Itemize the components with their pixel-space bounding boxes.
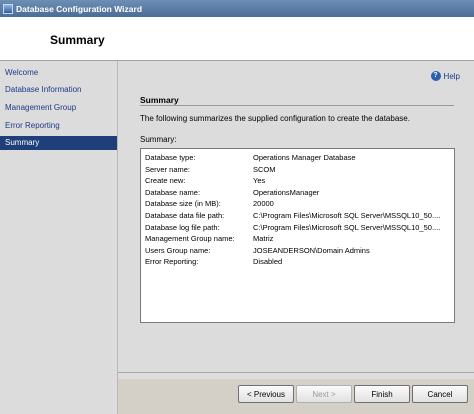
- summary-value: Disabled: [253, 257, 283, 267]
- help-link[interactable]: ? Help: [430, 71, 460, 81]
- sidebar-item-summary[interactable]: Summary: [0, 136, 117, 150]
- summary-value: Operations Manager Database: [253, 153, 356, 162]
- summary-key: Users Group name:: [145, 245, 211, 255]
- summary-value: C:\Program Files\Microsoft SQL Server\MS…: [253, 222, 441, 232]
- footer-divider: [118, 372, 474, 373]
- summary-textbox[interactable]: Database type: Operations Manager Databas…: [140, 148, 455, 323]
- summary-value: Matriz: [253, 234, 274, 244]
- summary-key: Database name:: [145, 187, 201, 197]
- wizard-header: Summary: [0, 17, 474, 61]
- wizard-steps-sidebar: Welcome Database Information Management …: [0, 61, 118, 414]
- help-icon: ?: [430, 71, 441, 81]
- section-heading: Summary: [140, 95, 179, 105]
- help-label: Help: [443, 71, 460, 81]
- app-icon: [3, 3, 13, 14]
- summary-key: Database log file path:: [145, 222, 220, 232]
- summary-key: Create new:: [145, 176, 186, 186]
- window-title: Database Configuration Wizard: [16, 3, 143, 14]
- summary-label: Summary:: [140, 135, 177, 144]
- finish-button[interactable]: Finish: [354, 385, 410, 403]
- sidebar-item-management-group[interactable]: Management Group: [0, 101, 117, 115]
- summary-key: Error Reporting:: [145, 257, 199, 267]
- next-button[interactable]: Next >: [296, 385, 352, 403]
- summary-key: Database type:: [145, 153, 196, 162]
- summary-key: Server name:: [145, 164, 191, 174]
- sidebar-item-error-reporting[interactable]: Error Reporting: [0, 119, 117, 133]
- cancel-button[interactable]: Cancel: [412, 385, 468, 403]
- summary-value: OperationsManager: [253, 187, 320, 197]
- sidebar-item-database-information[interactable]: Database Information: [0, 83, 117, 97]
- summary-value: 20000: [253, 199, 274, 209]
- summary-key: Management Group name:: [145, 234, 235, 244]
- sidebar-item-welcome[interactable]: Welcome: [0, 66, 117, 80]
- previous-button[interactable]: < Previous: [238, 385, 294, 403]
- summary-key: Database size (in MB):: [145, 199, 221, 209]
- summary-value: SCOM: [253, 164, 276, 174]
- title-bar: Database Configuration Wizard: [0, 0, 474, 17]
- summary-value: C:\Program Files\Microsoft SQL Server\MS…: [253, 211, 441, 220]
- summary-key: Database data file path:: [145, 211, 225, 220]
- summary-value: Yes: [253, 176, 266, 186]
- section-divider: [140, 105, 454, 106]
- main-panel: ? Help Summary The following summarizes …: [118, 61, 474, 379]
- summary-value: JOSEANDERSON\Domain Admins: [253, 245, 370, 255]
- page-title: Summary: [50, 33, 105, 47]
- description-text: The following summarizes the supplied co…: [140, 114, 410, 123]
